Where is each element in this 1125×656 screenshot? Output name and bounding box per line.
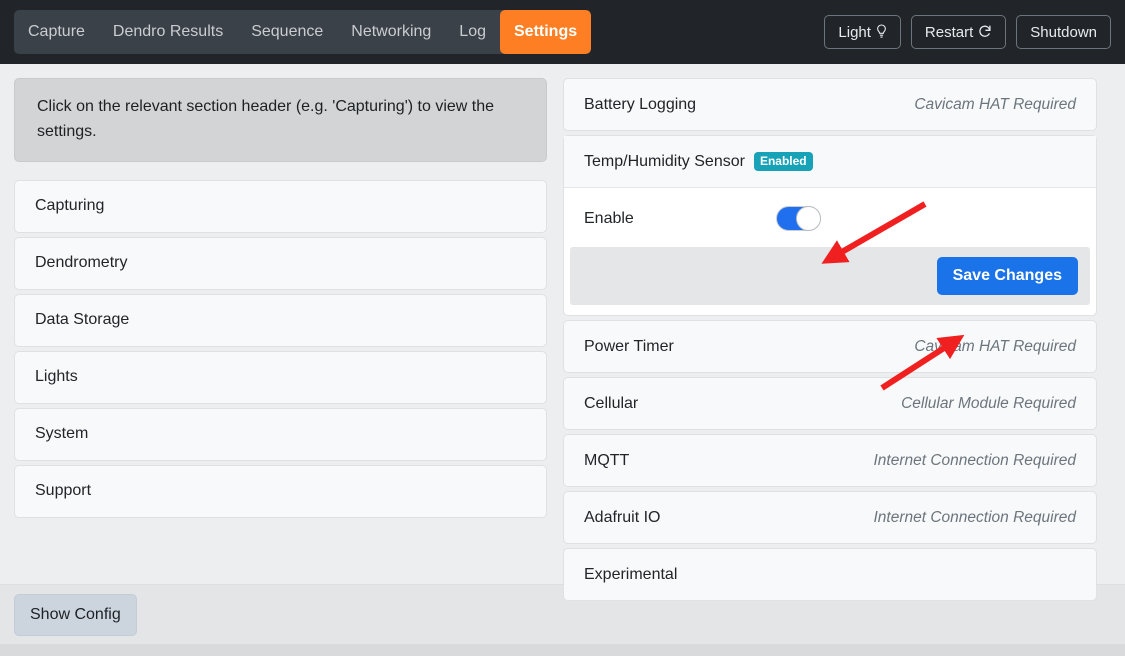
section-label: Capturing [35, 197, 105, 215]
feature-section-experimental[interactable]: Experimental [563, 548, 1097, 601]
section-label: Data Storage [35, 311, 130, 329]
show-config-button[interactable]: Show Config [14, 593, 137, 636]
section-header-left: Power Timer [584, 338, 674, 356]
section-header[interactable]: Temp/Humidity Sensor Enabled [564, 136, 1096, 188]
instructions-alert: Click on the relevant section header (e.… [14, 78, 547, 162]
nav-tab-settings[interactable]: Settings [500, 10, 592, 54]
section-header-left: MQTT [584, 452, 629, 470]
footer-strip [0, 644, 1125, 656]
restart-button[interactable]: Restart [910, 15, 1007, 49]
section-header[interactable]: Power Timer Cavicam HAT Required [564, 321, 1096, 372]
feature-section-adafruit-io[interactable]: Adafruit IO Internet Connection Required [563, 491, 1097, 544]
refresh-icon [978, 24, 992, 40]
nav-tabs: Capture Dendro Results Sequence Networking L… [14, 10, 592, 54]
requirement-note: Cavicam HAT Required [914, 337, 1076, 355]
settings-section-support[interactable]: Support [14, 464, 547, 518]
settings-section-data-storage[interactable]: Data Storage [14, 293, 547, 347]
section-header[interactable]: Dendrometry [15, 238, 546, 289]
section-header[interactable]: Lights [15, 352, 546, 403]
section-header[interactable]: Adafruit IO Internet Connection Required [564, 492, 1096, 543]
section-label: Adafruit IO [584, 508, 661, 526]
settings-section-system[interactable]: System [14, 407, 547, 461]
feature-section-cellular[interactable]: Cellular Cellular Module Required [563, 377, 1097, 430]
feature-section-mqtt[interactable]: MQTT Internet Connection Required [563, 434, 1097, 487]
settings-detail-list: Battery Logging Cavicam HAT Required Temp/… [563, 78, 1097, 605]
feature-section-list: Battery Logging Cavicam HAT Required Temp/… [563, 78, 1097, 601]
status-badge: Enabled [753, 152, 813, 171]
feature-section-power-timer[interactable]: Power Timer Cavicam HAT Required [563, 320, 1097, 373]
section-header[interactable]: Data Storage [15, 295, 546, 346]
section-header-left: Temp/Humidity Sensor Enabled [584, 152, 813, 171]
section-header[interactable]: System [15, 409, 546, 460]
settings-section-list: Capturing Dendrometry Data Storage Lights Sy… [14, 179, 547, 518]
settings-section-capturing[interactable]: Capturing [14, 179, 547, 233]
section-label: MQTT [584, 451, 630, 469]
section-header-left: Adafruit IO [584, 509, 660, 527]
nav-tab-log[interactable]: Log [445, 10, 500, 54]
section-header-left: Cellular [584, 395, 638, 413]
settings-sidebar: Click on the relevant section header (e.… [14, 78, 547, 522]
enable-field-label: Enable [584, 209, 634, 227]
settings-section-lights[interactable]: Lights [14, 350, 547, 404]
section-header-left: Battery Logging [584, 96, 696, 114]
main-content: Click on the relevant section header (e.… [0, 64, 1125, 601]
toggle-knob [796, 206, 821, 231]
requirement-note: Internet Connection Required [873, 451, 1077, 469]
top-navbar: Capture Dendro Results Sequence Networking L… [0, 0, 1125, 64]
settings-section-dendrometry[interactable]: Dendrometry [14, 236, 547, 290]
feature-section-temp-humidity-sensor[interactable]: Temp/Humidity Sensor Enabled Enable Save Ch… [563, 135, 1097, 316]
shutdown-button[interactable]: Shutdown [1016, 15, 1111, 49]
section-label: Experimental [584, 565, 678, 583]
section-label: Cellular [584, 394, 639, 412]
section-label: Battery Logging [584, 95, 697, 113]
nav-tab-dendro-results[interactable]: Dendro Results [99, 10, 237, 54]
nav-tab-capture[interactable]: Capture [14, 10, 99, 54]
section-body: Enable [564, 188, 1096, 247]
section-label: Dendrometry [35, 254, 128, 272]
section-footer: Save Changes [570, 247, 1090, 305]
requirement-note: Internet Connection Required [873, 508, 1077, 526]
section-header[interactable]: Experimental [564, 549, 1096, 600]
light-button[interactable]: Light [824, 15, 901, 49]
section-label: System [35, 425, 89, 443]
navbar-actions: Light Restart Shutdown [824, 15, 1111, 49]
feature-section-battery-logging[interactable]: Battery Logging Cavicam HAT Required [563, 78, 1097, 131]
section-header[interactable]: MQTT Internet Connection Required [564, 435, 1096, 486]
requirement-note: Cavicam HAT Required [914, 95, 1076, 113]
section-header[interactable]: Capturing [15, 181, 546, 232]
section-label: Temp/Humidity Sensor [584, 152, 745, 170]
section-header-left: Experimental [584, 566, 677, 584]
section-label: Lights [35, 368, 78, 386]
nav-tab-sequence[interactable]: Sequence [237, 10, 337, 54]
section-header[interactable]: Support [15, 466, 546, 517]
section-label: Power Timer [584, 337, 674, 355]
section-header[interactable]: Battery Logging Cavicam HAT Required [564, 79, 1096, 130]
section-header[interactable]: Cellular Cellular Module Required [564, 378, 1096, 429]
requirement-note: Cellular Module Required [901, 394, 1076, 412]
nav-tab-networking[interactable]: Networking [337, 10, 445, 54]
enable-toggle[interactable] [776, 206, 821, 231]
restart-button-label: Restart [924, 23, 974, 41]
shutdown-button-label: Shutdown [1030, 23, 1097, 41]
section-label: Support [35, 482, 92, 500]
light-button-label: Light [838, 23, 871, 41]
save-changes-button[interactable]: Save Changes [936, 257, 1078, 295]
lightbulb-icon [876, 23, 887, 41]
